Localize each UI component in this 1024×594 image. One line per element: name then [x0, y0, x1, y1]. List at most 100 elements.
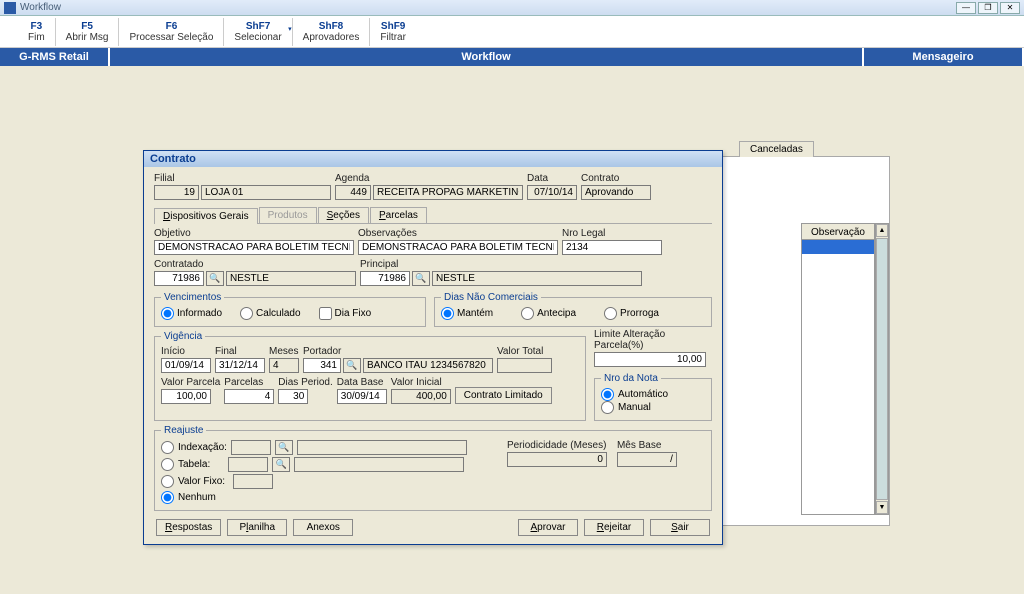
portador-code[interactable] [303, 358, 341, 373]
contrato-status[interactable] [581, 185, 651, 200]
tab1-text: ispositivos Gerais [170, 211, 248, 222]
window-title: Workflow [20, 2, 956, 13]
data-label: Data [527, 173, 577, 184]
radio-automatico[interactable]: Automático [601, 388, 705, 401]
tb-fim[interactable]: F3 Fim [20, 21, 53, 43]
bg-panel: Canceladas Observação ▲ ▼ [720, 156, 890, 526]
filial-code[interactable] [154, 185, 199, 200]
contratado-name[interactable] [226, 271, 356, 286]
contratado-code[interactable] [154, 271, 204, 286]
filial-name[interactable] [201, 185, 331, 200]
contrato-limitado-button[interactable]: Contrato Limitado [455, 387, 552, 404]
reajuste-group: Reajuste Indexação: 🔍 Tabela: 🔍 Valor Fi… [154, 425, 712, 511]
meses-field[interactable] [269, 358, 299, 373]
bg-list[interactable] [801, 239, 875, 515]
binoculars-icon[interactable]: 🔍 [412, 271, 430, 286]
dnc-legend: Dias Não Comerciais [441, 292, 541, 303]
vigencia-group: Vigência Início Final Meses Portador 🔍 [154, 331, 586, 421]
tb-processar[interactable]: F6 Processar Seleção [121, 21, 221, 43]
scroll-thumb[interactable] [876, 238, 888, 500]
radio-antecipa[interactable]: Antecipa [521, 307, 576, 320]
period-field[interactable] [507, 452, 607, 467]
tab-secoes[interactable]: Seções [318, 207, 369, 223]
rejeitar-button[interactable]: Rejeitar [584, 519, 644, 536]
app-bar-right[interactable]: Mensageiro [864, 48, 1024, 66]
contratado-label: Contratado [154, 259, 356, 270]
principal-label: Principal [360, 259, 642, 270]
scroll-down-icon[interactable]: ▼ [876, 501, 888, 514]
radio-valorfixo[interactable]: Valor Fixo: [161, 474, 467, 489]
radio-nenhum[interactable]: Nenhum [161, 491, 467, 504]
database-field[interactable] [337, 389, 387, 404]
portador-name[interactable] [363, 358, 493, 373]
dnc-group: Dias Não Comerciais Mantém Antecipa Pror… [434, 292, 712, 327]
radio-informado[interactable]: Informado [161, 307, 222, 320]
tb-filtrar[interactable]: ShF9 Filtrar [372, 21, 414, 43]
agenda-name[interactable] [373, 185, 523, 200]
bg-selected-row[interactable] [802, 240, 874, 254]
tab-produtos: Produtos [259, 207, 317, 223]
sair-button[interactable]: Sair [650, 519, 710, 536]
binoculars-icon[interactable]: 🔍 [343, 358, 361, 373]
nrolegal-field[interactable] [562, 240, 662, 255]
inicio-field[interactable] [161, 358, 211, 373]
obs-field[interactable] [358, 240, 558, 255]
nronota-legend: Nro da Nota [601, 373, 661, 384]
binoculars-icon[interactable]: 🔍 [272, 457, 290, 472]
tab-parcelas[interactable]: Parcelas [370, 207, 427, 223]
diasperiod-field[interactable] [278, 389, 308, 404]
valortotal-field[interactable] [497, 358, 552, 373]
valorinicial-field[interactable] [391, 389, 451, 404]
scroll-up-icon[interactable]: ▲ [876, 224, 888, 237]
valorparcela-field[interactable] [161, 389, 211, 404]
radio-prorroga[interactable]: Prorroga [604, 307, 659, 320]
respostas-button[interactable]: Respostas [156, 519, 221, 536]
tabstrip: Dispositivos Gerais Produtos Seções Parc… [154, 206, 712, 224]
radio-tabela[interactable]: Tabela: 🔍 [161, 457, 467, 472]
principal-code[interactable] [360, 271, 410, 286]
aprovar-button[interactable]: Aprovar [518, 519, 578, 536]
radio-manual[interactable]: Manual [601, 401, 705, 414]
app-icon [4, 2, 16, 14]
tb-abrir-msg[interactable]: F5 Abrir Msg [58, 21, 117, 43]
mesbase-field[interactable] [617, 452, 677, 467]
binoculars-icon[interactable]: 🔍 [206, 271, 224, 286]
nronota-group: Nro da Nota Automático Manual [594, 373, 712, 421]
limite-field[interactable] [594, 352, 706, 367]
workspace: Canceladas Observação ▲ ▼ Contrato Filia… [0, 66, 1024, 594]
app-bar-middle: Workflow [110, 48, 864, 66]
data-field[interactable] [527, 185, 577, 200]
maximize-button[interactable]: ❐ [978, 2, 998, 14]
anexos-button[interactable]: Anexos [293, 519, 353, 536]
radio-calculado[interactable]: Calculado [240, 307, 300, 320]
objetivo-field[interactable] [154, 240, 354, 255]
reajuste-legend: Reajuste [161, 425, 206, 436]
toolbar: F3 Fim F5 Abrir Msg F6 Processar Seleção… [0, 16, 1024, 48]
radio-mantem[interactable]: Mantém [441, 307, 493, 320]
titlebar: Workflow — ❐ ✕ [0, 0, 1024, 16]
tab-dispositivos-gerais[interactable]: Dispositivos Gerais [154, 208, 258, 224]
nrolegal-label: Nro Legal [562, 228, 662, 239]
bg-scrollbar[interactable]: ▲ ▼ [875, 223, 889, 515]
vencimentos-group: Vencimentos Informado Calculado Dia Fixo [154, 292, 426, 327]
principal-name[interactable] [432, 271, 642, 286]
agenda-code[interactable] [335, 185, 371, 200]
planilha-button[interactable]: Planilha [227, 519, 287, 536]
obs-label: Observações [358, 228, 558, 239]
radio-indexacao[interactable]: Indexação: 🔍 [161, 440, 467, 455]
tb-aprovadores[interactable]: ShF8 Aprovadores [295, 21, 368, 43]
bg-tab-canceladas[interactable]: Canceladas [739, 141, 814, 157]
limite-label: Limite Alteração Parcela(%) [594, 329, 712, 351]
tb-selecionar[interactable]: ShF7 Selecionar [226, 21, 289, 43]
minimize-button[interactable]: — [956, 2, 976, 14]
parcelas-field[interactable] [224, 389, 274, 404]
contrato-dialog: Contrato Filial Agenda [143, 150, 723, 545]
binoculars-icon[interactable]: 🔍 [275, 440, 293, 455]
period-label: Periodicidade (Meses) [507, 440, 607, 451]
close-button[interactable]: ✕ [1000, 2, 1020, 14]
dialog-title: Contrato [144, 151, 722, 167]
chk-diafixo[interactable]: Dia Fixo [319, 307, 372, 320]
app-bar-left: G-RMS Retail [0, 48, 110, 66]
app-bar: G-RMS Retail Workflow Mensageiro [0, 48, 1024, 66]
final-field[interactable] [215, 358, 265, 373]
